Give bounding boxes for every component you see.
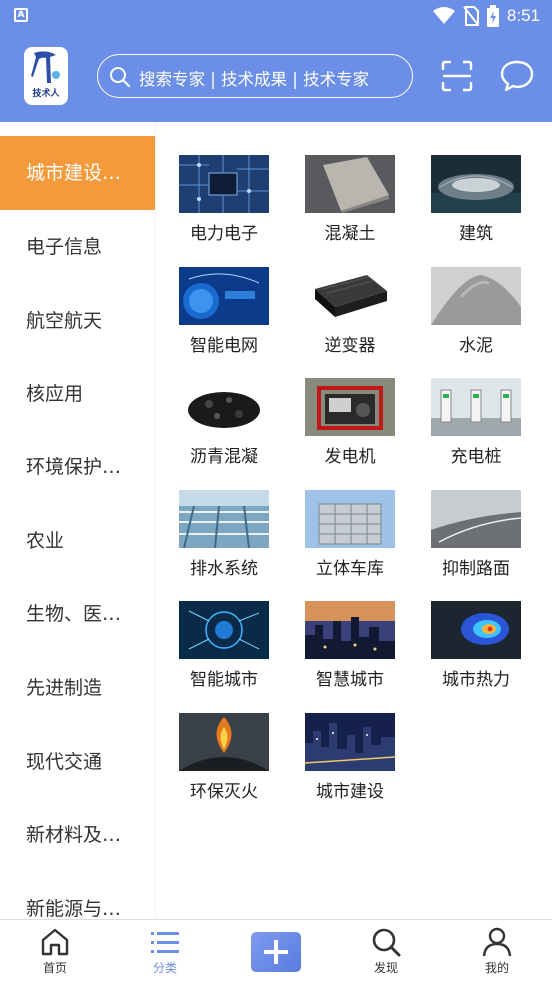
grid-item-label: 建筑	[459, 224, 493, 244]
circuit-board-image	[179, 155, 269, 213]
sidebar-item-agriculture[interactable]: 农业	[0, 504, 155, 578]
grid-item-concrete[interactable]: 混凝土	[288, 155, 412, 255]
grid-item-firefighting[interactable]: 环保灭火	[162, 713, 286, 813]
generator-image	[305, 378, 395, 436]
logo-glyph-icon	[31, 51, 60, 83]
grid-item-label: 混凝土	[324, 224, 376, 244]
nav-label: 我的	[484, 961, 509, 975]
sidebar-item-manufacturing[interactable]: 先进制造	[0, 651, 155, 725]
city-skyline-image	[305, 713, 395, 771]
grid-item-charging-station[interactable]: 充电桩	[414, 378, 538, 478]
grid-item-label: 充电桩	[450, 447, 502, 467]
message-icon[interactable]	[499, 59, 535, 93]
grid-item-generator[interactable]: 发电机	[288, 378, 412, 478]
inverter-image	[305, 267, 395, 325]
sidebar-item-electronics[interactable]: 电子信息	[0, 210, 155, 284]
sidebar-item-urban-construction[interactable]: 城市建设…	[0, 136, 155, 210]
stadium-image	[431, 155, 521, 213]
grid-item-label: 抑制路面	[442, 559, 510, 579]
heatmap-image	[431, 601, 521, 659]
grid-item-power-electronics[interactable]: 电力电子	[162, 155, 286, 255]
drainage-image	[179, 490, 269, 548]
grid-item-cement[interactable]: 水泥	[414, 267, 538, 367]
grid-item-label: 智慧城市	[316, 670, 384, 690]
add-button[interactable]	[251, 932, 301, 972]
charging-station-image	[431, 378, 521, 436]
sidebar-item-aerospace[interactable]: 航空航天	[0, 284, 155, 358]
concrete-slab-image	[305, 155, 395, 213]
grid-item-parking-garage[interactable]: 立体车库	[288, 490, 412, 590]
nav-label: 分类	[152, 961, 177, 975]
asphalt-image	[179, 378, 269, 436]
ai-city-image	[179, 601, 269, 659]
grid-item-drainage[interactable]: 排水系统	[162, 490, 286, 590]
sidebar-item-transport[interactable]: 现代交通	[0, 725, 155, 799]
battery-icon	[486, 5, 499, 27]
bottom-navigation: 首页 分类 发现 我的	[0, 919, 552, 981]
sidebar-item-new-energy[interactable]: 新能源与…	[0, 872, 155, 919]
grid-item-label: 电力电子	[190, 224, 258, 244]
nav-profile[interactable]: 我的	[442, 920, 552, 981]
category-sidebar: 城市建设… 电子信息 航空航天 核应用 环境保护… 农业 生物、医… 先进制造 …	[0, 122, 155, 919]
no-sim-icon	[463, 6, 479, 26]
smart-grid-image	[179, 267, 269, 325]
grid-item-label: 城市热力	[442, 670, 510, 690]
wifi-icon	[432, 7, 455, 24]
user-icon	[482, 927, 512, 957]
grid-item-label: 逆变器	[324, 336, 376, 356]
grid-item-architecture[interactable]: 建筑	[414, 155, 538, 255]
nav-home[interactable]: 首页	[0, 920, 110, 981]
grid-item-label: 环保灭火	[190, 782, 258, 802]
header: 技术人 搜索专家 | 技术成果 | 技术专家	[0, 32, 552, 122]
grid-item-smart-city[interactable]: 智慧城市	[288, 601, 412, 701]
sidebar-item-new-materials[interactable]: 新材料及…	[0, 798, 155, 872]
home-icon	[41, 928, 69, 956]
city-night-image	[305, 601, 395, 659]
grid-item-road[interactable]: 抑制路面	[414, 490, 538, 590]
list-icon	[151, 932, 179, 953]
grid-item-smart-grid[interactable]: 智能电网	[162, 267, 286, 367]
subcategory-grid: 电力电子 混凝土 建筑 智能电网 逆变器 水泥 沥青混凝 发电机 充电桩 排水系…	[156, 122, 552, 919]
nav-discover[interactable]: 发现	[331, 920, 441, 981]
notification-badge: A	[14, 8, 28, 22]
logo-text: 技术人	[32, 89, 60, 99]
sidebar-item-environment[interactable]: 环境保护…	[0, 430, 155, 504]
search-icon	[110, 67, 131, 88]
firefighting-image	[179, 713, 269, 771]
road-image	[431, 490, 521, 548]
cement-powder-image	[431, 267, 521, 325]
sidebar-item-biomedical[interactable]: 生物、医…	[0, 577, 155, 651]
app-logo: 技术人	[24, 47, 68, 105]
grid-item-label: 排水系统	[190, 559, 258, 579]
grid-item-label: 城市建设	[316, 782, 384, 802]
nav-category[interactable]: 分类	[110, 920, 220, 981]
grid-item-asphalt[interactable]: 沥青混凝	[162, 378, 286, 478]
grid-item-label: 智能城市	[190, 670, 258, 690]
grid-item-inverter[interactable]: 逆变器	[288, 267, 412, 367]
grid-item-label: 沥青混凝	[190, 447, 258, 467]
parking-garage-image	[305, 490, 395, 548]
grid-item-ai-city[interactable]: 智能城市	[162, 601, 286, 701]
status-bar: A 8:51	[0, 0, 552, 32]
grid-item-label: 立体车库	[316, 559, 384, 579]
grid-item-city-heat[interactable]: 城市热力	[414, 601, 538, 701]
search-placeholder: 搜索专家 | 技术成果 | 技术专家	[139, 70, 370, 89]
discover-search-icon	[372, 928, 401, 957]
scan-icon[interactable]	[440, 59, 474, 93]
add-icon	[264, 940, 288, 964]
grid-item-label: 发电机	[324, 447, 376, 467]
grid-item-city-construction[interactable]: 城市建设	[288, 713, 412, 813]
grid-item-label: 水泥	[459, 336, 493, 356]
sidebar-item-nuclear[interactable]: 核应用	[0, 357, 155, 431]
nav-label: 首页	[42, 961, 67, 975]
system-icons: 8:51	[432, 4, 540, 28]
grid-item-label: 智能电网	[190, 336, 258, 356]
nav-label: 发现	[373, 961, 398, 975]
search-bar[interactable]: 搜索专家 | 技术成果 | 技术专家	[97, 54, 413, 98]
clock: 8:51	[506, 6, 540, 25]
